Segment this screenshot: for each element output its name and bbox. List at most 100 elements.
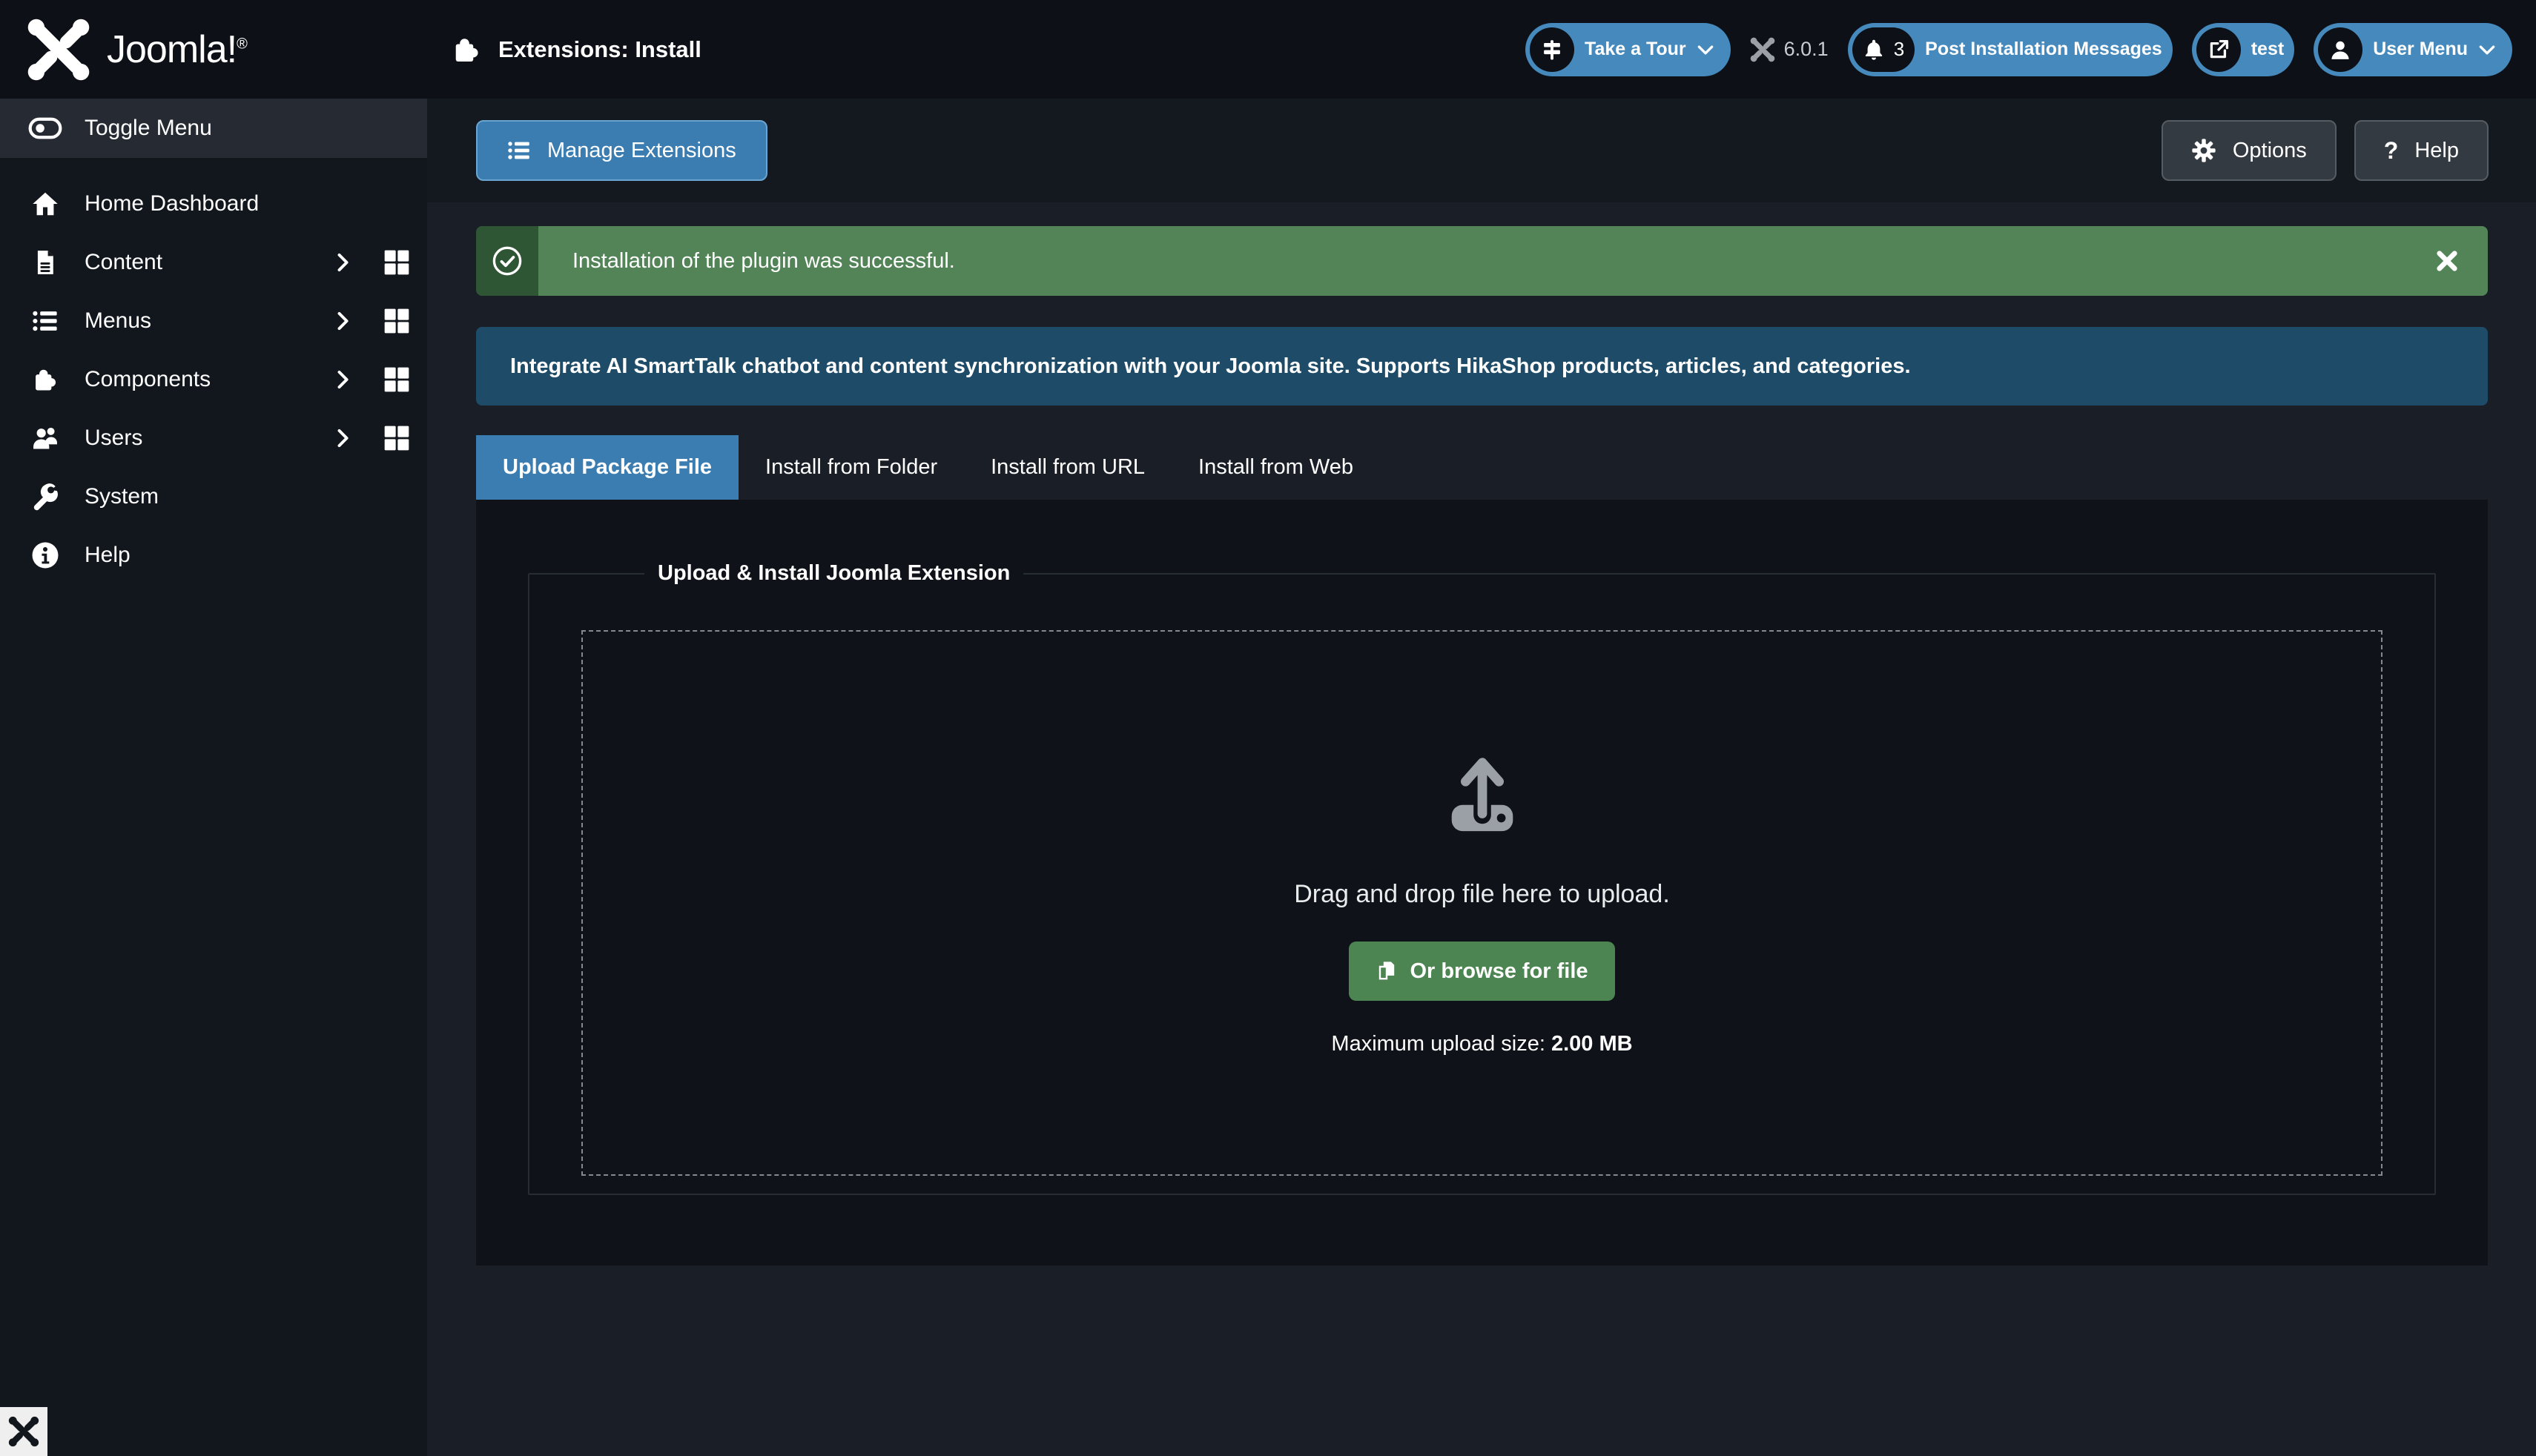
toggle-icon (28, 116, 62, 141)
max-upload-size-text: Maximum upload size: 2.00 MB (1331, 1032, 1632, 1056)
manage-extensions-label: Manage Extensions (547, 139, 736, 163)
info-alert-message: Integrate AI SmartTalk chatbot and conte… (510, 354, 1911, 379)
main-area: Manage Extensions Options ? Help Install… (427, 99, 2536, 1456)
close-icon (2434, 248, 2460, 274)
success-alert-message: Installation of the plugin was successfu… (538, 226, 2406, 296)
site-preview-button[interactable]: test (2192, 23, 2294, 76)
take-a-tour-button[interactable]: Take a Tour (1525, 23, 1731, 76)
home-icon (28, 190, 62, 218)
tab-label: Upload Package File (503, 455, 712, 480)
sidebar-item-home-dashboard[interactable]: Home Dashboard (0, 174, 427, 233)
browse-for-file-button[interactable]: Or browse for file (1349, 942, 1614, 1001)
dashboard-grid-icon[interactable] (384, 308, 409, 334)
page-heading: Extensions: Install (451, 34, 701, 65)
user-icon (2318, 27, 2362, 72)
top-header-bar: Joomla!® Extensions: Install Take a Tour… (0, 0, 2536, 99)
success-alert-icon-strip (476, 226, 538, 296)
registered-mark: ® (237, 36, 247, 52)
dashboard-grid-icon[interactable] (384, 367, 409, 392)
sidebar-item-label: Toggle Menu (85, 116, 212, 141)
sidebar-item-users[interactable]: Users (0, 408, 427, 467)
sidebar-item-system[interactable]: System (0, 467, 427, 526)
question-mark-icon: ? (2384, 137, 2399, 165)
users-icon (28, 424, 62, 452)
chevron-down-icon (1697, 41, 1714, 59)
tab-label: Install from Web (1198, 455, 1353, 480)
chevron-right-icon[interactable] (332, 252, 353, 273)
sidebar-item-label: Home Dashboard (85, 191, 259, 216)
help-label: Help (2414, 139, 2459, 163)
external-link-icon (2196, 27, 2241, 72)
chevron-down-icon (2478, 41, 2496, 59)
bell-icon (1863, 39, 1885, 61)
toolbar: Manage Extensions Options ? Help (427, 99, 2536, 202)
tab-install-from-url[interactable]: Install from URL (964, 435, 1172, 500)
notifications-segment: 3 (1852, 27, 1915, 72)
signpost-icon (1530, 27, 1574, 72)
sidebar-item-help[interactable]: Help (0, 526, 427, 584)
max-upload-size-value: 2.00 MB (1551, 1032, 1633, 1056)
chevron-right-icon[interactable] (332, 369, 353, 390)
upload-tab-panel: Upload & Install Joomla Extension Drag a… (476, 500, 2488, 1265)
upload-fieldset: Upload & Install Joomla Extension Drag a… (528, 561, 2436, 1195)
notification-count-badge: 3 (1894, 38, 1904, 61)
sidebar-item-label: Content (85, 250, 162, 275)
upload-icon (1439, 749, 1526, 837)
file-dropzone[interactable]: Drag and drop file here to upload. Or br… (581, 630, 2383, 1176)
sidebar-item-label: Components (85, 367, 211, 392)
options-label: Options (2233, 139, 2307, 163)
document-icon (28, 248, 62, 277)
sidebar: Toggle Menu Home Dashboard Content Menus (0, 99, 427, 1456)
list-icon (28, 308, 62, 334)
user-menu-label: User Menu (2367, 39, 2478, 60)
chevron-right-icon[interactable] (332, 311, 353, 331)
joomla-logo-icon (27, 18, 90, 82)
post-installation-messages-button[interactable]: 3 Post Installation Messages (1848, 23, 2173, 76)
list-icon (507, 139, 531, 162)
sidebar-item-toggle-menu[interactable]: Toggle Menu (0, 99, 427, 158)
take-a-tour-label: Take a Tour (1579, 39, 1697, 60)
joomla-logo-text: Joomla!® (107, 27, 247, 72)
tab-install-from-web[interactable]: Install from Web (1172, 435, 1380, 500)
header-actions: Take a Tour 6.0.1 3 Post Installation Me… (1525, 23, 2536, 76)
info-alert: Integrate AI SmartTalk chatbot and conte… (476, 327, 2488, 406)
version-number: 6.0.1 (1784, 38, 1829, 61)
sidebar-item-menus[interactable]: Menus (0, 291, 427, 350)
success-alert: Installation of the plugin was successfu… (476, 226, 2488, 296)
content-area: Installation of the plugin was successfu… (427, 202, 2536, 1265)
joomla-version: 6.0.1 (1750, 37, 1829, 62)
upload-legend: Upload & Install Joomla Extension (644, 561, 1023, 586)
sidebar-item-label: Users (85, 426, 142, 451)
sidebar-item-label: Menus (85, 308, 151, 334)
tab-install-from-folder[interactable]: Install from Folder (739, 435, 964, 500)
options-button[interactable]: Options (2162, 120, 2337, 181)
tab-upload-package-file[interactable]: Upload Package File (476, 435, 739, 500)
sidebar-item-content[interactable]: Content (0, 233, 427, 291)
manage-extensions-button[interactable]: Manage Extensions (476, 120, 767, 181)
wrench-icon (28, 483, 62, 511)
sidebar-item-label: System (85, 484, 159, 509)
joomla-logo: Joomla!® (0, 18, 427, 82)
check-circle-icon (492, 245, 523, 277)
site-preview-label: test (2245, 39, 2294, 60)
install-tabs: Upload Package File Install from Folder … (476, 435, 2488, 500)
chevron-right-icon[interactable] (332, 428, 353, 449)
copy-file-icon (1376, 960, 1398, 982)
sidebar-item-components[interactable]: Components (0, 350, 427, 408)
sidebar-item-label: Help (85, 543, 131, 568)
alert-close-button[interactable] (2406, 226, 2488, 296)
joomla-corner-badge[interactable] (0, 1407, 47, 1456)
dashboard-grid-icon[interactable] (384, 426, 409, 451)
tab-label: Install from Folder (765, 455, 937, 480)
gear-icon (2191, 138, 2216, 163)
info-icon (28, 541, 62, 569)
puzzle-icon (28, 365, 62, 394)
tab-label: Install from URL (991, 455, 1145, 480)
browse-button-label: Or browse for file (1410, 959, 1588, 984)
post-installation-label: Post Installation Messages (1919, 39, 2173, 60)
page-title: Extensions: Install (498, 36, 701, 63)
drag-drop-text: Drag and drop file here to upload. (1294, 880, 1670, 909)
user-menu-button[interactable]: User Menu (2314, 23, 2512, 76)
dashboard-grid-icon[interactable] (384, 250, 409, 275)
help-button[interactable]: ? Help (2354, 120, 2489, 181)
